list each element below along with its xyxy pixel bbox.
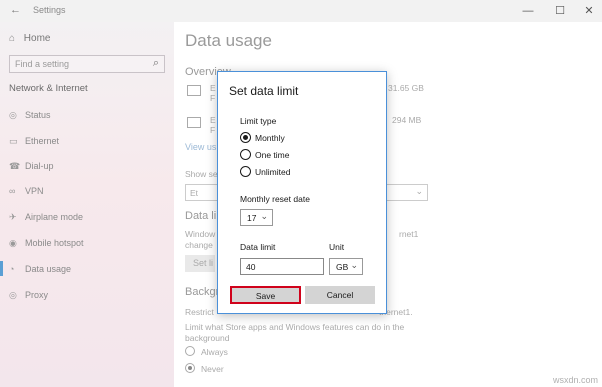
sidebar-item-label: VPN <box>25 186 44 196</box>
usage-item-value: 294 MB <box>392 115 422 125</box>
chevron-down-icon: ⌄ <box>260 211 268 221</box>
back-arrow-icon[interactable]: ← <box>10 4 21 16</box>
reset-date-label: Monthly reset date <box>240 194 310 204</box>
hotspot-icon: ◉ <box>9 238 17 248</box>
page-title: Data usage <box>185 31 272 50</box>
globe-icon: ◎ <box>9 290 17 300</box>
unit-select[interactable]: GB ⌄ <box>329 258 363 275</box>
chevron-down-icon: ⌄ <box>415 186 423 196</box>
window-title: Settings <box>33 5 66 15</box>
usage-item-name: E <box>210 83 216 93</box>
background-description-3: background <box>185 333 230 343</box>
save-button[interactable]: Save <box>230 286 301 304</box>
background-description-2: Limit what Store apps and Windows featur… <box>185 322 405 332</box>
watermark: wsxdn.com <box>552 375 598 385</box>
data-limit-heading: Data li <box>185 210 217 222</box>
title-bar: ← Settings — ☐ ✕ <box>0 0 602 22</box>
ethernet-device-icon <box>187 117 201 128</box>
data-limit-description-end: rnet1 <box>399 229 419 239</box>
ethernet-icon: ▭ <box>9 136 18 146</box>
usage-item-name: E <box>210 115 216 125</box>
sidebar-item-data-usage[interactable]: ◔ Data usage <box>0 261 72 276</box>
data-limit-description: Window <box>185 229 216 239</box>
search-input[interactable]: Find a setting ⌕ <box>9 55 165 73</box>
set-limit-button[interactable]: Set li <box>185 255 215 272</box>
radio-unlimited-label: Unlimited <box>255 167 291 177</box>
maximize-button[interactable]: ☐ <box>549 3 571 19</box>
sidebar-item-label: Dial-up <box>25 161 54 171</box>
radio-always-label: Always <box>201 347 228 357</box>
network-select-value: Et <box>190 188 199 198</box>
cancel-button[interactable]: Cancel <box>305 286 375 304</box>
sidebar-item-mobile-hotspot[interactable]: ◉ Mobile hotspot <box>9 238 84 249</box>
background-data-heading: Backgr <box>185 286 220 298</box>
sidebar-item-label: Airplane mode <box>25 212 84 222</box>
radio-one-time-label: One time <box>255 150 290 160</box>
view-usage-link[interactable]: View us <box>185 142 216 152</box>
sidebar-item-label: Status <box>25 110 51 120</box>
globe-icon: ◎ <box>9 110 17 120</box>
radio-unlimited[interactable] <box>240 166 251 177</box>
background-description: Restrict <box>185 307 214 317</box>
data-limit-label: Data limit <box>240 242 276 252</box>
sidebar-section-title: Network & Internet <box>9 83 88 94</box>
sidebar-item-label: Mobile hotspot <box>25 238 84 248</box>
sidebar-item-label: Data usage <box>25 264 72 274</box>
sidebar-item-proxy[interactable]: ◎ Proxy <box>9 290 48 301</box>
home-icon: ⌂ <box>9 33 16 44</box>
search-icon[interactable]: ⌕ <box>153 57 159 70</box>
data-limit-description-2: change <box>185 240 213 250</box>
sidebar-home[interactable]: ⌂ Home <box>9 33 50 44</box>
unit-label: Unit <box>329 242 345 252</box>
airplane-icon: ✈ <box>9 212 17 222</box>
sidebar-item-dial-up[interactable]: ☎ Dial-up <box>9 161 54 172</box>
reset-date-select[interactable]: 17 ⌄ <box>240 209 273 226</box>
usage-item-sub: F <box>210 93 216 103</box>
radio-always[interactable] <box>185 346 195 356</box>
data-limit-input[interactable]: 40 <box>240 258 324 275</box>
sidebar-item-label: Ethernet <box>25 136 60 146</box>
radio-never[interactable] <box>185 363 195 373</box>
phone-icon: ☎ <box>9 161 21 171</box>
dialog-title: Set data limit <box>229 84 299 98</box>
sidebar-item-ethernet[interactable]: ▭ Ethernet <box>9 136 59 147</box>
sidebar-home-label: Home <box>23 33 51 44</box>
data-usage-icon: ◔ <box>9 264 15 274</box>
search-placeholder: Find a setting <box>15 59 70 69</box>
sidebar: ⌂ Home Find a setting ⌕ Network & Intern… <box>0 22 174 387</box>
minimize-button[interactable]: — <box>517 3 539 19</box>
vpn-icon: ∞ <box>9 186 16 196</box>
sidebar-item-status[interactable]: ◎ Status <box>9 110 51 121</box>
unit-value: GB <box>336 262 349 272</box>
usage-item-value: 31.65 GB <box>388 83 424 93</box>
radio-monthly[interactable] <box>240 132 251 143</box>
sidebar-item-vpn[interactable]: ∞ VPN <box>9 186 44 196</box>
active-indicator <box>0 261 3 276</box>
usage-item-sub: F <box>210 125 216 135</box>
show-settings-label: Show se <box>185 169 218 179</box>
close-button[interactable]: ✕ <box>578 3 600 19</box>
limit-type-label: Limit type <box>240 116 277 126</box>
radio-monthly-label: Monthly <box>255 133 285 143</box>
sidebar-item-airplane-mode[interactable]: ✈ Airplane mode <box>9 212 83 223</box>
reset-date-value: 17 <box>247 213 257 223</box>
sidebar-item-label: Proxy <box>25 290 49 300</box>
radio-never-label: Never <box>201 364 224 374</box>
set-data-limit-dialog: Set data limit Limit type Monthly One ti… <box>217 71 387 314</box>
chevron-down-icon: ⌄ <box>350 260 358 270</box>
ethernet-device-icon <box>187 85 201 96</box>
radio-one-time[interactable] <box>240 149 251 160</box>
